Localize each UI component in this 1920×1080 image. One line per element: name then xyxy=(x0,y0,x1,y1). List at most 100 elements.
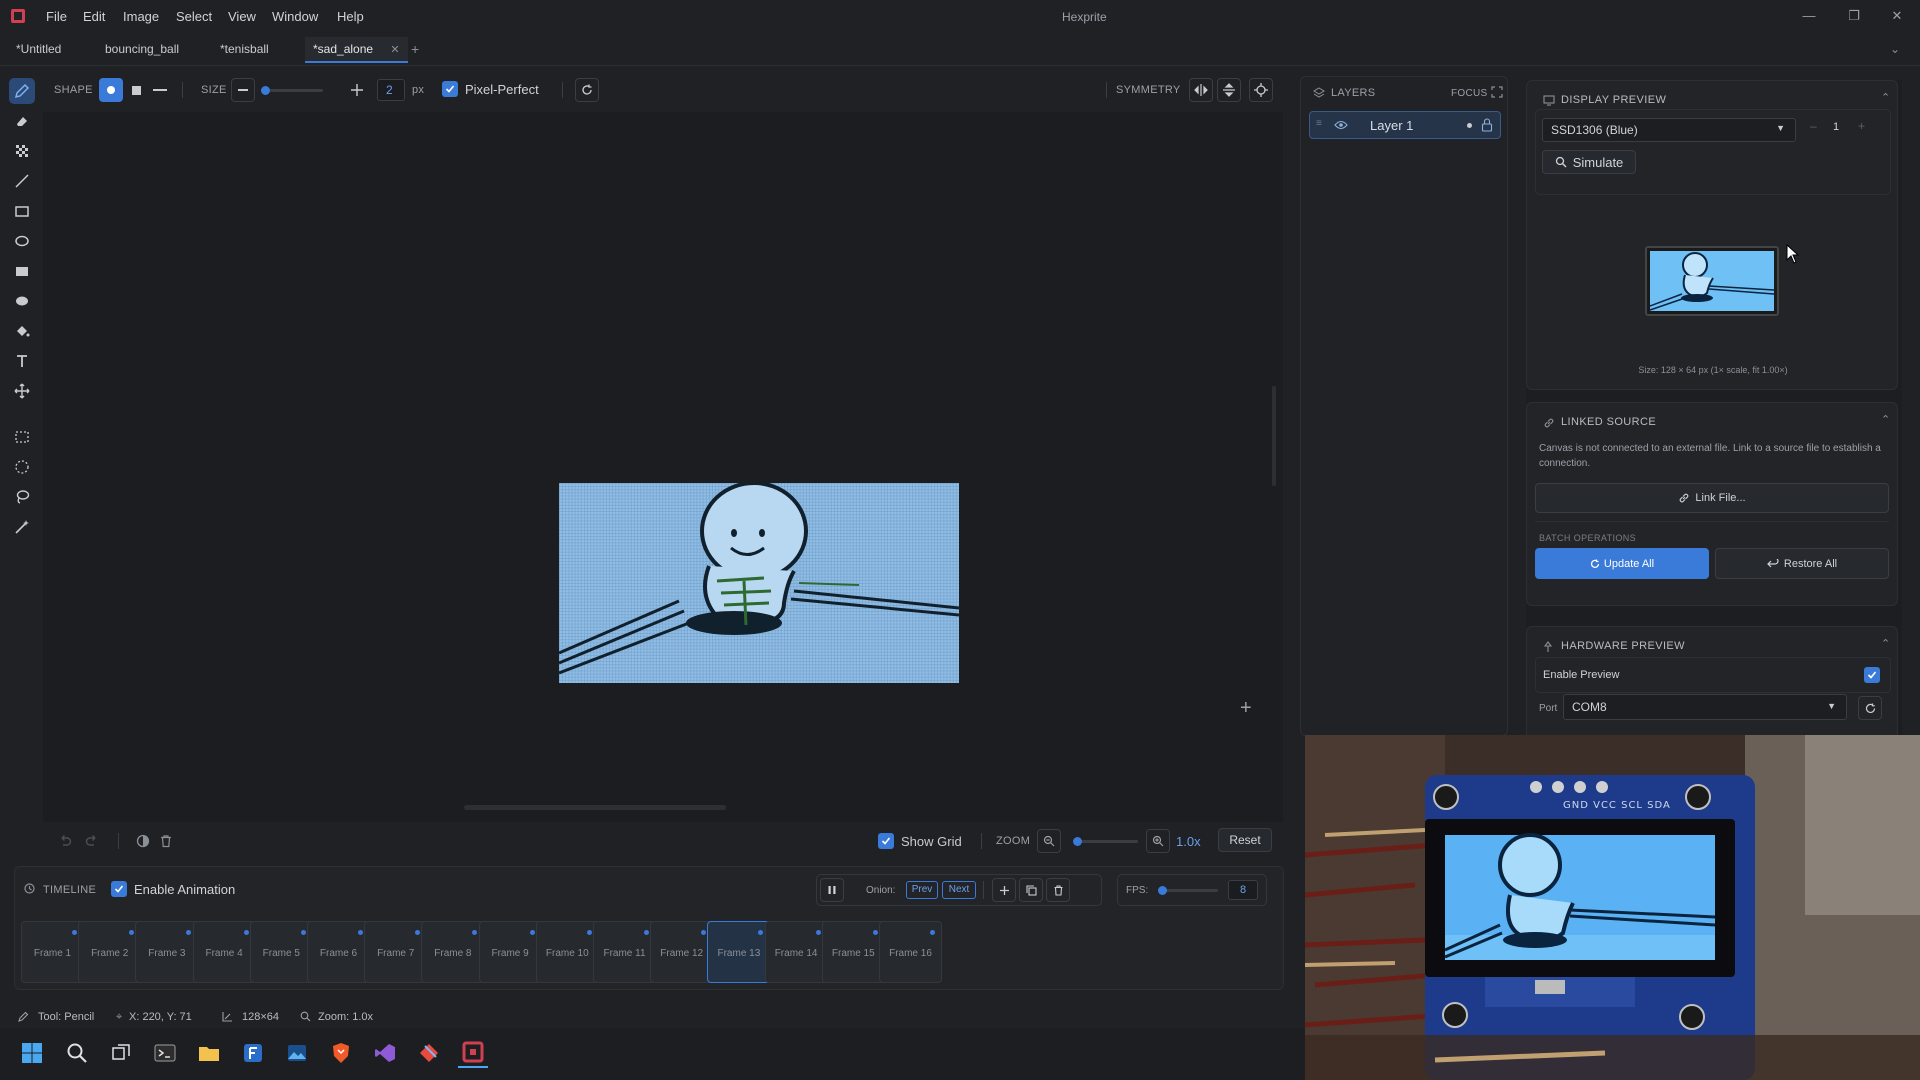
tab-close-icon[interactable]: ✕ xyxy=(390,44,399,56)
menu-image[interactable]: Image xyxy=(123,9,159,24)
frame-thumbnail[interactable]: Frame 14 xyxy=(764,921,828,983)
frame-thumbnail[interactable]: Frame 15 xyxy=(821,921,885,983)
tab-tenisball[interactable]: *tenisball xyxy=(220,42,269,56)
frame-thumbnail[interactable]: Frame 6 xyxy=(307,921,370,983)
add-frame-button[interactable] xyxy=(992,878,1016,902)
menu-file[interactable]: File xyxy=(46,9,67,24)
onion-next-button[interactable]: Next xyxy=(942,881,976,899)
eraser-tool-icon[interactable] xyxy=(9,108,35,134)
photos-icon[interactable] xyxy=(282,1038,312,1068)
menu-view[interactable]: View xyxy=(228,9,256,24)
visibility-eye-icon[interactable] xyxy=(1334,120,1348,130)
rectangle-tool-icon[interactable] xyxy=(9,198,35,224)
collapse-chevron-icon[interactable]: ⌃ xyxy=(1881,413,1890,426)
tabs-dropdown-icon[interactable]: ⌄ xyxy=(1890,42,1900,56)
onion-prev-button[interactable]: Prev xyxy=(906,881,938,899)
git-tool-icon[interactable] xyxy=(414,1038,444,1068)
menu-help[interactable]: Help xyxy=(337,9,364,24)
close-icon[interactable]: ✕ xyxy=(1889,8,1905,24)
filled-rectangle-tool-icon[interactable] xyxy=(9,258,35,284)
tab-sad-alone[interactable]: *sad_alone ✕ xyxy=(305,37,408,63)
minimize-icon[interactable]: — xyxy=(1801,8,1817,24)
reset-tool-button[interactable] xyxy=(575,78,599,102)
port-select[interactable]: COM8 ▼ xyxy=(1563,694,1847,720)
sprite-canvas[interactable] xyxy=(559,483,959,683)
collapse-chevron-icon[interactable]: ⌃ xyxy=(1881,637,1890,650)
drag-handle-icon[interactable]: ≡ xyxy=(1316,118,1322,129)
link-file-button[interactable]: Link File... xyxy=(1535,483,1889,513)
fps-slider-thumb[interactable] xyxy=(1158,886,1167,895)
frame-thumbnail[interactable]: Frame 16 xyxy=(879,921,942,983)
windows-start-icon[interactable] xyxy=(17,1038,47,1068)
visual-studio-icon[interactable] xyxy=(370,1038,400,1068)
shape-line-button[interactable] xyxy=(148,78,172,102)
ellipse-select-tool-icon[interactable] xyxy=(9,454,35,480)
search-icon[interactable] xyxy=(62,1038,92,1068)
zoom-slider[interactable] xyxy=(1073,837,1138,846)
app-f-icon[interactable] xyxy=(238,1038,268,1068)
refresh-ports-button[interactable] xyxy=(1858,696,1882,720)
size-increase-button[interactable] xyxy=(345,78,369,102)
rect-select-tool-icon[interactable] xyxy=(9,424,35,450)
canvas-viewport[interactable]: + xyxy=(43,112,1283,822)
show-grid-checkbox[interactable] xyxy=(878,833,894,849)
menu-edit[interactable]: Edit xyxy=(83,9,105,24)
file-explorer-icon[interactable] xyxy=(194,1038,224,1068)
update-all-button[interactable]: Update All xyxy=(1535,548,1709,579)
pencil-tool-icon[interactable] xyxy=(9,78,35,104)
reset-zoom-button[interactable]: Reset xyxy=(1218,828,1272,852)
undo-icon[interactable] xyxy=(53,829,77,853)
frame-thumbnail[interactable]: Frame 7 xyxy=(364,921,428,983)
scale-increase-button[interactable]: + xyxy=(1858,119,1865,133)
frame-thumbnail[interactable]: Frame 8 xyxy=(421,921,485,983)
frame-thumbnail[interactable]: Frame 10 xyxy=(535,921,599,983)
ellipse-tool-icon[interactable] xyxy=(9,228,35,254)
simulate-button[interactable]: Simulate xyxy=(1542,150,1636,174)
invert-icon[interactable] xyxy=(131,829,155,853)
tab-bouncing-ball[interactable]: bouncing_ball xyxy=(105,42,179,56)
frame-thumbnail[interactable]: Frame 4 xyxy=(192,921,256,983)
pause-button[interactable] xyxy=(820,878,844,902)
frame-thumbnail[interactable]: Frame 12 xyxy=(650,921,714,983)
menu-window[interactable]: Window xyxy=(272,9,318,24)
hexprite-taskbar-icon[interactable] xyxy=(458,1038,488,1068)
frame-thumbnail[interactable]: Frame 2 xyxy=(78,921,142,983)
lasso-tool-icon[interactable] xyxy=(9,484,35,510)
vertical-scrollbar[interactable] xyxy=(1272,386,1276,486)
menu-select[interactable]: Select xyxy=(176,9,212,24)
zoom-out-button[interactable] xyxy=(1037,829,1061,853)
magic-wand-icon[interactable] xyxy=(9,514,35,540)
enable-animation-checkbox[interactable] xyxy=(111,881,127,897)
shape-circle-button[interactable] xyxy=(99,78,123,102)
size-slider-thumb[interactable] xyxy=(261,86,270,95)
pixel-perfect-checkbox[interactable] xyxy=(442,81,458,97)
redo-icon[interactable] xyxy=(80,829,104,853)
clear-canvas-icon[interactable] xyxy=(154,829,178,853)
task-view-icon[interactable] xyxy=(106,1038,136,1068)
fill-bucket-icon[interactable] xyxy=(9,318,35,344)
lock-icon[interactable] xyxy=(1481,118,1493,132)
size-slider[interactable] xyxy=(261,86,323,95)
zoom-in-button[interactable] xyxy=(1146,829,1170,853)
frame-thumbnail[interactable]: Frame 1 xyxy=(21,921,84,983)
size-decrease-button[interactable] xyxy=(231,78,255,102)
fps-slider[interactable] xyxy=(1158,886,1218,895)
shape-square-button[interactable] xyxy=(124,78,148,102)
line-tool-icon[interactable] xyxy=(9,168,35,194)
terminal-icon[interactable] xyxy=(150,1038,180,1068)
delete-frame-button[interactable] xyxy=(1046,878,1070,902)
layer-row[interactable]: ≡ Layer 1 xyxy=(1309,111,1501,139)
scale-decrease-button[interactable]: – xyxy=(1810,119,1817,133)
frame-thumbnail[interactable]: Frame 5 xyxy=(249,921,313,983)
new-tab-icon[interactable]: + xyxy=(411,41,419,57)
frame-thumbnail[interactable]: Frame 3 xyxy=(135,921,199,983)
horizontal-scrollbar[interactable] xyxy=(464,805,726,810)
move-tool-icon[interactable] xyxy=(9,378,35,404)
collapse-chevron-icon[interactable]: ⌃ xyxy=(1881,91,1890,104)
zoom-slider-thumb[interactable] xyxy=(1073,837,1082,846)
filled-ellipse-tool-icon[interactable] xyxy=(9,288,35,314)
dither-tool-icon[interactable] xyxy=(9,138,35,164)
restore-icon[interactable]: ❐ xyxy=(1846,8,1862,24)
tab-untitled[interactable]: *Untitled xyxy=(16,42,61,56)
brave-browser-icon[interactable] xyxy=(326,1038,356,1068)
